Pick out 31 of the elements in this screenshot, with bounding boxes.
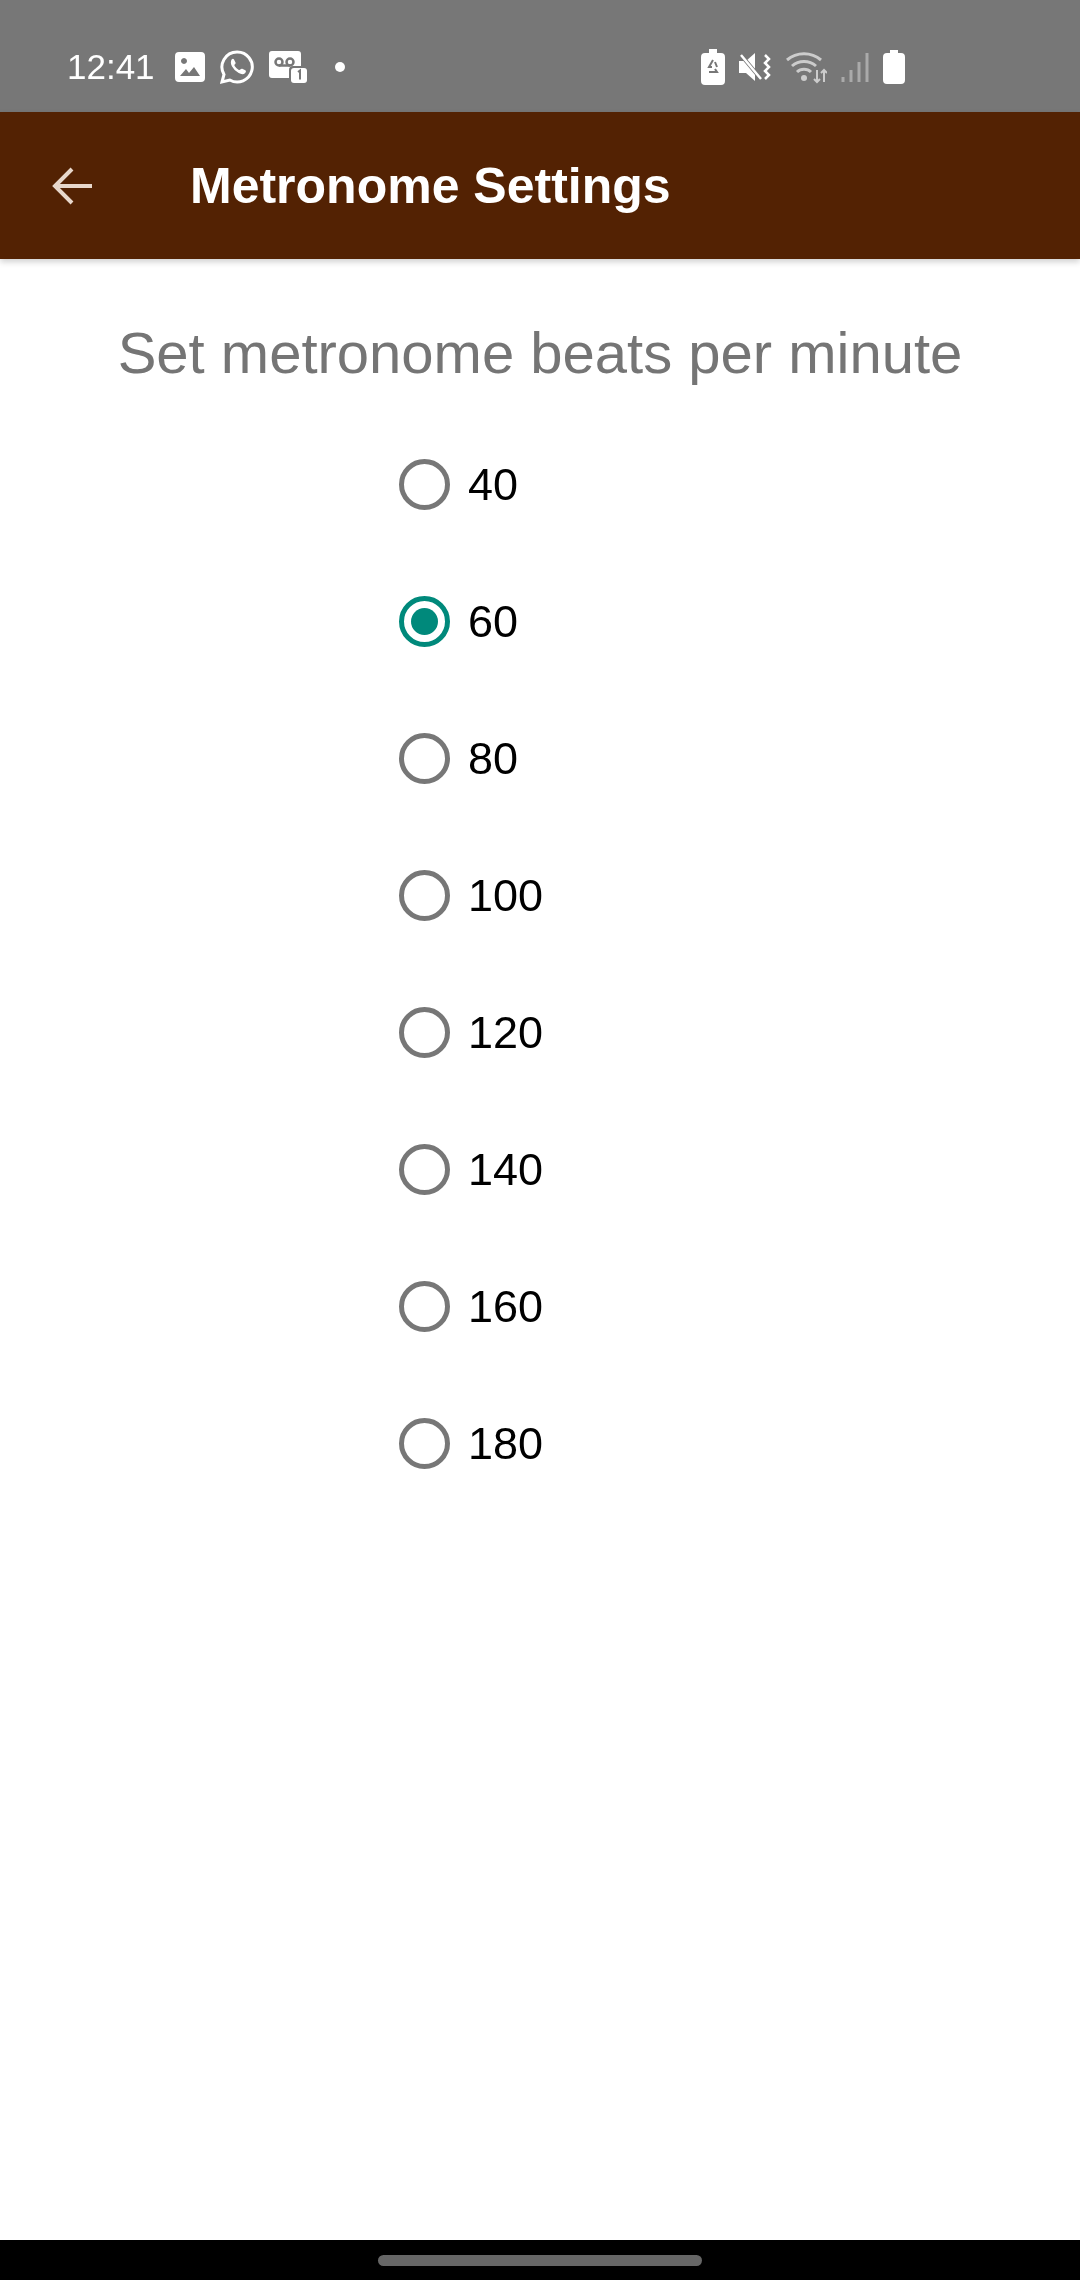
- radio-label: 100: [468, 869, 544, 922]
- back-button[interactable]: [52, 166, 94, 205]
- bpm-radio-option[interactable]: 180: [399, 1375, 544, 1512]
- radio-label: 80: [468, 732, 519, 785]
- battery-recycle-icon: [701, 49, 725, 85]
- radio-label: 180: [468, 1417, 544, 1470]
- bpm-radio-option[interactable]: 140: [399, 1101, 544, 1238]
- radio-label: 120: [468, 1006, 544, 1059]
- voicemail-icon: [268, 51, 307, 83]
- wifi-icon: [785, 50, 827, 84]
- back-arrow-icon: [52, 166, 94, 205]
- mute-vibrate-icon: [739, 51, 771, 83]
- bpm-radio-option[interactable]: 160: [399, 1238, 544, 1375]
- home-handle[interactable]: [378, 2254, 702, 2266]
- status-time: 12:41: [67, 47, 155, 87]
- image-icon: [174, 52, 205, 82]
- radio-label: 60: [468, 595, 519, 648]
- signal-icon: [841, 51, 869, 83]
- bpm-radio-option[interactable]: 100: [399, 827, 544, 964]
- radio-label: 140: [468, 1143, 544, 1196]
- bpm-radio-option[interactable]: 120: [399, 964, 544, 1101]
- screen-title: Metronome Settings: [190, 156, 671, 215]
- radio-label: 160: [468, 1280, 544, 1333]
- bpm-radio-option[interactable]: 60: [399, 553, 519, 690]
- section-heading: Set metronome beats per minute: [116, 319, 964, 387]
- chat-phone-icon: [218, 49, 255, 85]
- bpm-radio-option[interactable]: 80: [399, 690, 519, 827]
- dot-icon: [334, 62, 345, 72]
- radio-label: 40: [468, 458, 519, 511]
- battery-icon: [883, 50, 905, 84]
- bpm-radio-option[interactable]: 40: [399, 416, 519, 553]
